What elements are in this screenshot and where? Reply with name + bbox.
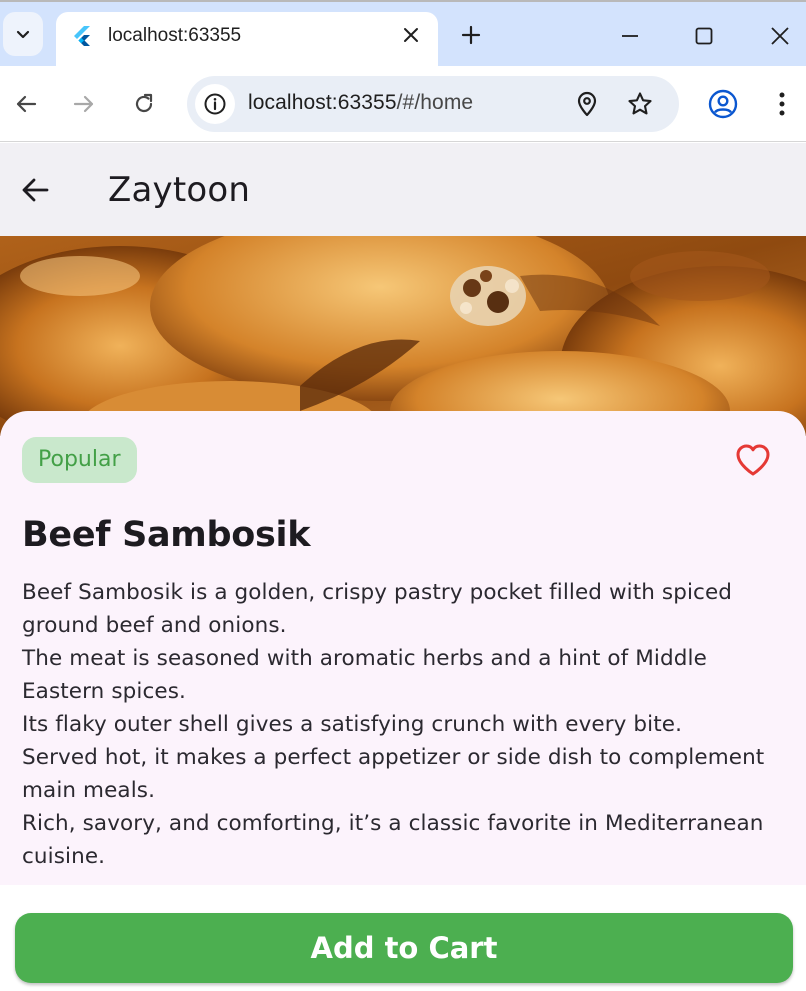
site-info-button[interactable] [195, 84, 235, 124]
description-line: Its flaky outer shell gives a satisfying… [22, 712, 683, 737]
forward-button[interactable] [68, 88, 100, 120]
plus-icon [461, 25, 481, 45]
address-bar[interactable]: localhost:63355/#/home [187, 76, 679, 132]
minimize-icon [622, 35, 638, 37]
browser-menu-button[interactable] [766, 88, 798, 120]
close-icon [771, 27, 789, 45]
browser-toolbar: localhost:63355/#/home [0, 66, 806, 142]
flutter-favicon-icon [74, 26, 90, 46]
close-icon [404, 28, 418, 42]
app-back-button[interactable] [16, 171, 54, 209]
item-detail-card: Popular Beef Sambosik Beef Sambosik is a… [0, 411, 806, 885]
url-host: localhost:63355 [248, 91, 397, 114]
food-image [0, 236, 806, 436]
new-tab-button[interactable] [456, 20, 486, 50]
reload-button[interactable] [128, 88, 160, 120]
bookmark-button[interactable] [625, 89, 655, 119]
location-pin-icon [577, 91, 597, 117]
window-close-button[interactable] [764, 20, 796, 52]
item-description: Beef Sambosik is a golden, crispy pastry… [22, 576, 792, 873]
arrow-back-icon [22, 178, 49, 202]
heart-outline-icon [736, 444, 770, 476]
star-icon [628, 92, 652, 115]
window-minimize-button[interactable] [614, 20, 646, 52]
reload-icon [135, 93, 153, 113]
tab-close-button[interactable] [400, 24, 422, 46]
chevron-down-icon [16, 30, 30, 39]
url-text[interactable]: localhost:63355/#/home [248, 91, 473, 115]
more-vert-icon [779, 92, 785, 116]
back-button[interactable] [10, 88, 42, 120]
info-icon [204, 93, 226, 115]
tab-list-button[interactable] [3, 12, 43, 56]
add-to-cart-button[interactable]: Add to Cart [15, 913, 793, 983]
maximize-icon [695, 27, 713, 45]
location-button[interactable] [572, 89, 602, 119]
profile-button[interactable] [707, 88, 739, 120]
description-line: Rich, savory, and comforting, it’s a cla… [22, 811, 764, 869]
status-badge: Popular [22, 437, 137, 483]
browser-tab-active[interactable]: localhost:63355 [56, 12, 438, 68]
profile-icon [708, 89, 738, 119]
description-line: Served hot, it makes a perfect appetizer… [22, 745, 765, 803]
browser-tab-strip: localhost:63355 [0, 0, 806, 68]
item-title: Beef Sambosik [22, 515, 311, 555]
back-arrow-icon [16, 95, 37, 113]
description-line: The meat is seasoned with aromatic herbs… [22, 646, 707, 704]
favorite-button[interactable] [734, 441, 772, 479]
app-bar: Zaytoon [0, 143, 806, 236]
window-maximize-button[interactable] [688, 20, 720, 52]
url-path: /#/home [396, 91, 474, 114]
tab-title: localhost:63355 [108, 25, 242, 46]
app-title: Zaytoon [108, 170, 251, 210]
description-line: Beef Sambosik is a golden, crispy pastry… [22, 580, 733, 638]
forward-arrow-icon [73, 95, 94, 113]
